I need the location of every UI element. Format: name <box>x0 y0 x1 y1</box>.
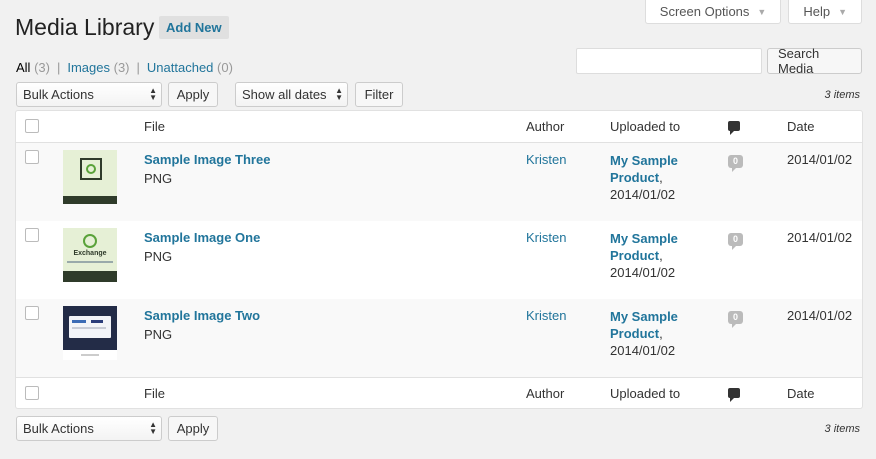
column-uploaded-to[interactable]: Uploaded to <box>610 119 680 134</box>
column-author: Author <box>526 119 565 134</box>
select-arrows-icon: ▲ ▼ <box>149 420 157 436</box>
media-views: All (3) | Images (3) | Unattached (0) <box>16 60 233 75</box>
column-file[interactable]: File <box>144 386 165 401</box>
bulk-actions-select-bottom[interactable]: Bulk Actions ▲ ▼ <box>16 416 162 441</box>
view-separator: | <box>136 60 140 75</box>
apply-button-bottom[interactable]: Apply <box>168 416 218 441</box>
apply-button[interactable]: Apply <box>168 82 218 107</box>
uploaded-to-cell: My Sample Product, 2014/01/02 <box>610 308 690 359</box>
uploaded-to-link[interactable]: My Sample Product <box>610 231 678 263</box>
uploaded-to-link[interactable]: My Sample Product <box>610 309 678 341</box>
filter-button[interactable]: Filter <box>355 82 403 107</box>
table-row: Sample Image Three PNG Kristen My Sample… <box>16 143 862 221</box>
file-cell: Sample Image One PNG <box>144 230 260 264</box>
column-date[interactable]: Date <box>787 386 814 401</box>
view-all-link[interactable]: All (3) <box>16 60 50 75</box>
select-arrows-icon: ▲ ▼ <box>149 86 157 102</box>
uploaded-date: 2014/01/02 <box>610 187 676 202</box>
help-label: Help <box>803 4 831 19</box>
media-title-link[interactable]: Sample Image One <box>144 230 260 245</box>
row-checkbox[interactable] <box>25 150 39 164</box>
search-input[interactable] <box>576 48 762 74</box>
media-title-link[interactable]: Sample Image Two <box>144 308 260 323</box>
select-all-checkbox[interactable] <box>25 386 39 400</box>
row-checkbox[interactable] <box>25 306 39 320</box>
select-all-checkbox[interactable] <box>25 119 39 133</box>
dates-select[interactable]: Show all dates ▲ ▼ <box>235 82 348 107</box>
uploaded-date: 2014/01/02 <box>610 265 676 280</box>
media-table: File Author Uploaded to Date Sample Imag… <box>15 110 863 409</box>
uploaded-to-cell: My Sample Product, 2014/01/02 <box>610 152 690 203</box>
table-header: File Author Uploaded to Date <box>16 111 862 143</box>
file-type: PNG <box>144 327 173 342</box>
column-author: Author <box>526 385 565 401</box>
uploaded-date: 2014/01/02 <box>610 343 676 358</box>
add-new-button[interactable]: Add New <box>159 16 229 39</box>
uploaded-to-cell: My Sample Product, 2014/01/02 <box>610 230 690 281</box>
view-separator: | <box>56 60 61 75</box>
screen-options-tab[interactable]: Screen Options ▼ <box>644 0 782 24</box>
view-images-link[interactable]: Images (3) <box>67 60 129 75</box>
screen-options-label: Screen Options <box>659 4 750 19</box>
comment-count-bubble[interactable]: 0 <box>728 152 744 172</box>
page-title: Media Library <box>15 14 155 40</box>
date-cell: 2014/01/02 <box>787 152 853 167</box>
items-count: 3 items <box>824 89 860 101</box>
view-unattached-link[interactable]: Unattached (0) <box>147 60 233 75</box>
media-title-link[interactable]: Sample Image Three <box>144 152 270 167</box>
uploaded-to-link[interactable]: My Sample Product <box>610 153 678 185</box>
items-count-bottom: 3 items <box>824 423 860 435</box>
bulk-actions-value: Bulk Actions <box>23 421 94 436</box>
comment-count-bubble[interactable]: 0 <box>728 308 744 328</box>
column-file[interactable]: File <box>144 119 165 134</box>
column-uploaded-to[interactable]: Uploaded to <box>610 386 680 401</box>
row-checkbox[interactable] <box>25 228 39 242</box>
comments-column-icon[interactable] <box>728 119 740 135</box>
table-row: Exchange Sample Image One PNG Kristen My… <box>16 221 862 299</box>
search-media-button[interactable]: Search Media <box>767 46 862 76</box>
media-thumbnail[interactable] <box>63 150 117 204</box>
thumbnail-text: Exchange <box>73 250 107 257</box>
comment-count-bubble[interactable]: 0 <box>728 230 744 250</box>
comments-column-icon[interactable] <box>728 386 740 402</box>
help-tab[interactable]: Help ▼ <box>788 0 862 24</box>
column-date[interactable]: Date <box>787 119 814 134</box>
select-arrows-icon: ▲ ▼ <box>335 86 343 102</box>
date-cell: 2014/01/02 <box>787 230 853 245</box>
screen-meta-links: Screen Options ▼ Help ▼ <box>644 0 862 24</box>
file-cell: Sample Image Three PNG <box>144 152 270 186</box>
author-link[interactable]: Kristen <box>526 308 566 323</box>
file-cell: Sample Image Two PNG <box>144 308 260 342</box>
file-type: PNG <box>144 249 173 264</box>
table-row: Sample Image Two PNG Kristen My Sample P… <box>16 299 862 377</box>
caret-down-icon: ▼ <box>838 6 847 17</box>
date-cell: 2014/01/02 <box>787 308 853 323</box>
author-link[interactable]: Kristen <box>526 152 566 167</box>
dates-value: Show all dates <box>242 87 327 102</box>
caret-down-icon: ▼ <box>757 6 767 17</box>
media-thumbnail[interactable]: Exchange <box>63 228 117 282</box>
file-type: PNG <box>144 171 173 186</box>
author-link[interactable]: Kristen <box>526 230 566 245</box>
bulk-actions-value: Bulk Actions <box>23 87 94 102</box>
media-thumbnail[interactable] <box>63 306 117 360</box>
bulk-actions-select[interactable]: Bulk Actions ▲ ▼ <box>16 82 162 107</box>
table-footer: File Author Uploaded to Date <box>16 377 862 408</box>
